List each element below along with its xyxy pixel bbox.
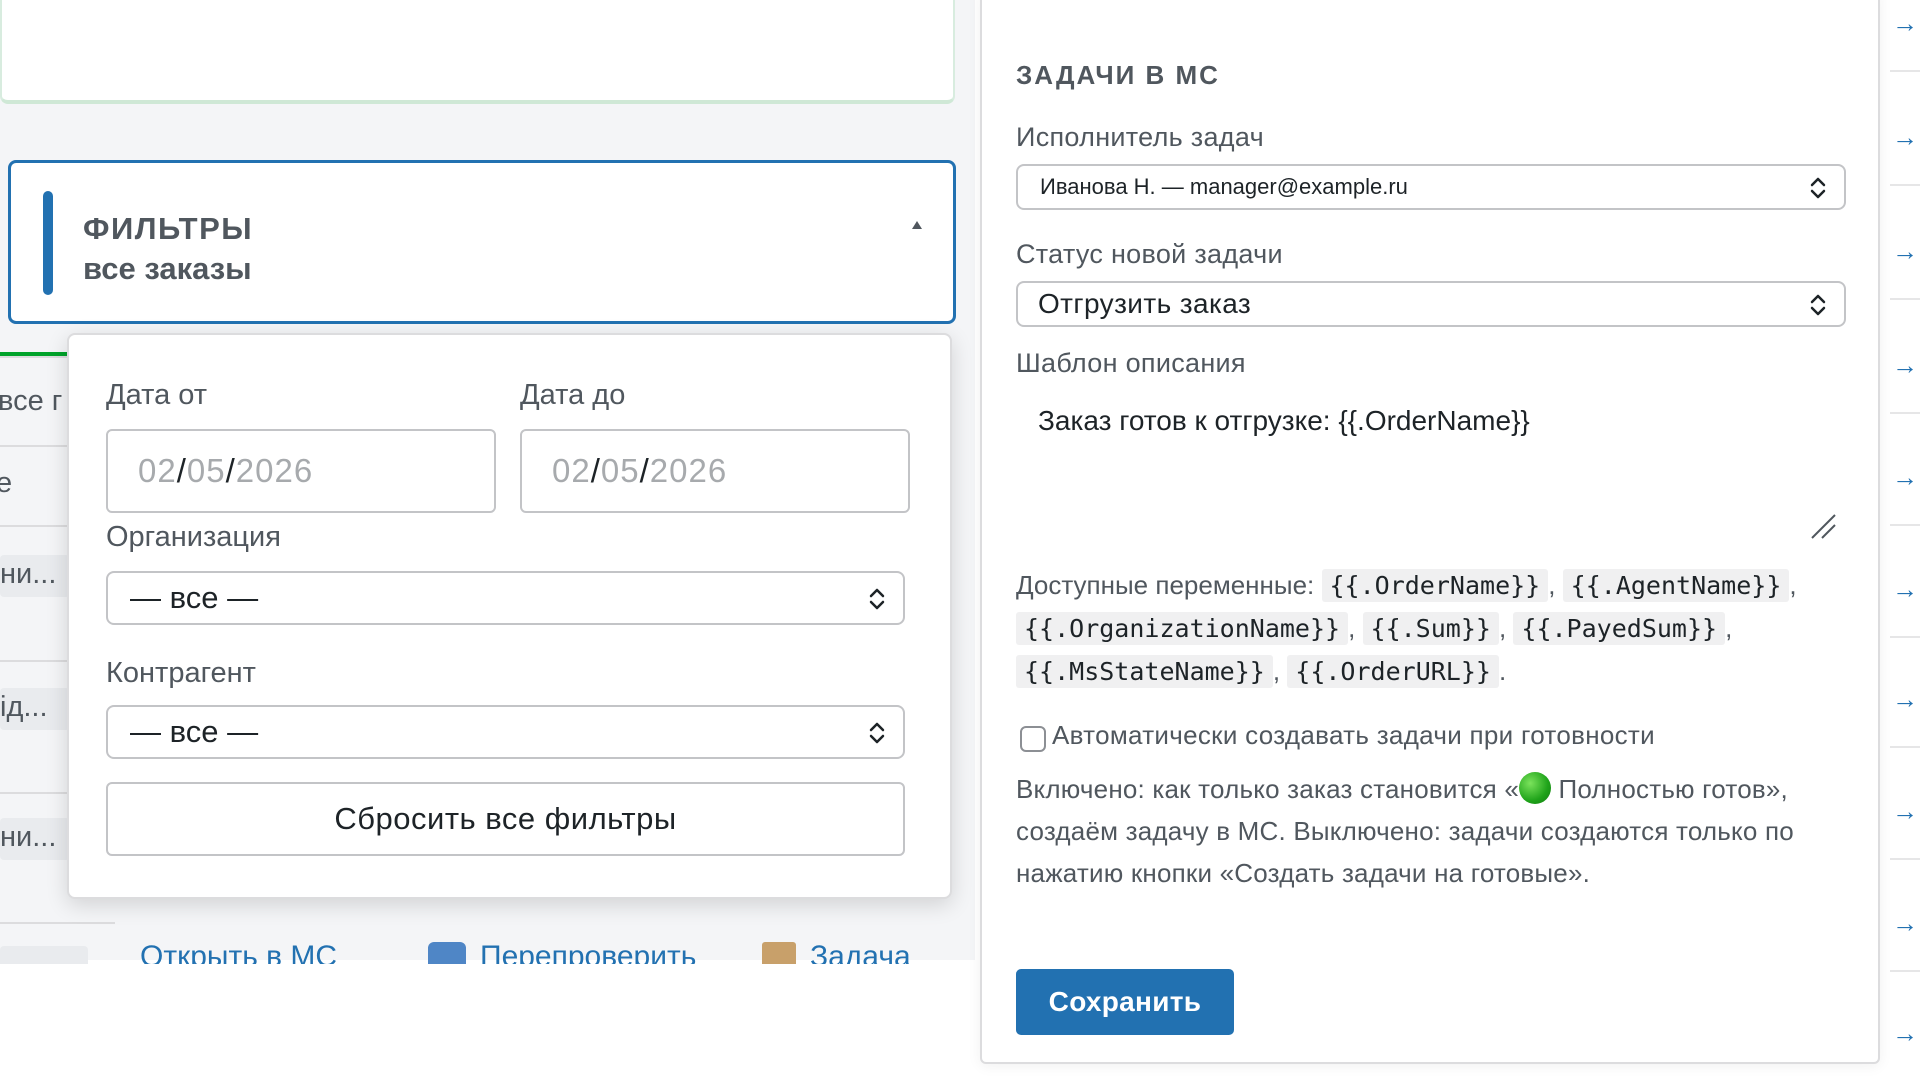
filters-toggle-card[interactable]: ФИЛЬТРЫ все заказы [8, 160, 956, 324]
row-separator [1890, 184, 1920, 186]
chevron-updown-icon [869, 722, 885, 744]
organization-label: Организация [106, 521, 281, 553]
auto-create-checkbox[interactable] [1020, 726, 1046, 752]
open-row-arrow-icon[interactable]: → [1892, 684, 1918, 715]
date-to-day: 05 [600, 452, 640, 489]
filters-panel: Дата от Дата до 02/05/2026 02/05/2026 Ор… [67, 333, 952, 899]
auto-create-label[interactable]: Автоматически создавать задачи при готов… [1052, 720, 1655, 751]
refresh-icon [428, 942, 466, 964]
open-row-arrow-icon[interactable]: → [1892, 796, 1918, 827]
row-separator [1890, 298, 1920, 300]
filters-summary: все заказы [83, 251, 252, 286]
template-textarea[interactable]: Заказ готов к отгрузке: {{.OrderName}} [1016, 385, 1846, 545]
green-circle-icon [1519, 772, 1552, 804]
organization-select[interactable]: — все — [106, 571, 905, 625]
row-text: ни... [0, 821, 57, 853]
date-from-input[interactable]: 02/05/2026 [106, 429, 496, 513]
available-variables: Доступные переменные: {{.OrderName}}, {{… [1016, 569, 1797, 688]
counterparty-label: Контрагент [106, 657, 256, 689]
divider [0, 525, 70, 527]
counterparty-value: — все — [130, 714, 259, 749]
open-row-arrow-icon[interactable]: → [1892, 462, 1918, 493]
row-actions: Открыть в МС Перепроверить Задача [0, 940, 975, 964]
row-marker: е [0, 467, 13, 499]
row-separator [1890, 970, 1920, 972]
open-row-arrow-icon[interactable]: → [1892, 350, 1918, 381]
help-text-start: Включено: как только заказ становится « [1016, 774, 1520, 804]
chevron-updown-icon [1810, 294, 1826, 316]
clipboard-icon [762, 942, 796, 964]
var-order-name: {{.OrderName}} [1321, 569, 1549, 602]
row-separator [1890, 524, 1920, 526]
divider [0, 792, 70, 794]
filters-title: ФИЛЬТРЫ [83, 211, 254, 246]
divider [0, 922, 115, 924]
date-from-year: 2026 [235, 452, 314, 489]
status-value: Отгрузить заказ [1038, 288, 1252, 319]
row-text: ни... [0, 558, 57, 590]
open-row-arrow-icon[interactable]: → [1892, 908, 1918, 939]
tasks-settings-panel: ЗАДАЧИ В МС Исполнитель задач Иванова Н.… [980, 0, 1880, 1064]
open-row-arrow-icon[interactable]: → [1892, 1018, 1918, 1049]
row-separator [1890, 746, 1920, 748]
date-from-month: 02 [138, 452, 177, 489]
organization-value: — все — [130, 580, 259, 615]
var-payed-sum: {{.PayedSum}} [1513, 612, 1726, 645]
var-organization-name: {{.OrganizationName}} [1016, 612, 1349, 645]
assignee-value: Иванова Н. — manager@example.ru [1040, 174, 1408, 199]
date-from-label: Дата от [106, 379, 208, 411]
variables-prefix: Доступные переменные: [1016, 570, 1315, 600]
var-agent-name: {{.AgentName}} [1562, 569, 1790, 602]
task-link[interactable]: Задача [810, 940, 911, 964]
template-value: Заказ готов к отгрузке: {{.OrderName}} [1038, 405, 1530, 436]
assignee-select[interactable]: Иванова Н. — manager@example.ru [1016, 164, 1846, 210]
row-separator [1890, 412, 1920, 414]
date-from-day: 05 [186, 452, 226, 489]
template-label: Шаблон описания [1016, 348, 1246, 378]
save-button[interactable]: Сохранить [1016, 969, 1234, 1035]
resize-handle-icon[interactable] [1808, 511, 1838, 541]
date-to-month: 02 [552, 452, 591, 489]
row-separator [1890, 858, 1920, 860]
status-select[interactable]: Отгрузить заказ [1016, 281, 1846, 327]
row-separator [1890, 636, 1920, 638]
recheck-link[interactable]: Перепроверить [480, 940, 696, 964]
success-notice [0, 0, 955, 104]
date-to-label: Дата до [520, 379, 626, 411]
tab-all[interactable]: все г [0, 385, 62, 418]
row-text: ід... [0, 691, 48, 723]
row-separator [1890, 70, 1920, 72]
counterparty-select[interactable]: — все — [106, 705, 905, 759]
var-ms-state-name: {{.MsStateName}} [1016, 655, 1273, 688]
status-label: Статус новой задачи [1016, 239, 1283, 269]
reset-filters-button[interactable]: Сбросить все фильтры [106, 782, 905, 856]
section-title: ЗАДАЧИ В МС [1016, 60, 1220, 90]
open-row-arrow-icon[interactable]: → [1892, 574, 1918, 605]
date-to-input[interactable]: 02/05/2026 [520, 429, 910, 513]
date-to-year: 2026 [649, 452, 728, 489]
assignee-label: Исполнитель задач [1016, 122, 1264, 152]
open-in-ms-link[interactable]: Открыть в МС [140, 940, 337, 964]
filters-accent-bar [43, 191, 53, 295]
var-order-url: {{.OrderURL}} [1287, 655, 1499, 688]
auto-create-help: Включено: как только заказ становится « … [1016, 768, 1846, 894]
divider [0, 445, 70, 447]
caret-up-icon[interactable] [911, 217, 923, 233]
var-sum: {{.Sum}} [1362, 612, 1499, 645]
divider [0, 356, 70, 358]
open-row-arrow-icon[interactable]: → [1892, 8, 1918, 39]
row-badge [0, 946, 88, 964]
open-row-arrow-icon[interactable]: → [1892, 122, 1918, 153]
divider [0, 660, 70, 662]
open-row-arrow-icon[interactable]: → [1892, 236, 1918, 267]
chevron-updown-icon [1810, 177, 1826, 199]
chevron-updown-icon [869, 588, 885, 610]
